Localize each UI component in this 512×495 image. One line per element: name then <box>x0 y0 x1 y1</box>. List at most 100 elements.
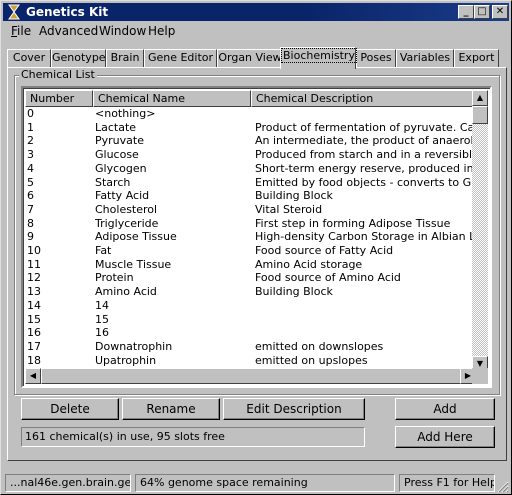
scroll-left-arrow-icon[interactable]: ◀ <box>25 368 41 384</box>
table-row[interactable]: 11 Muscle Tissue Amino Acid storage <box>25 258 477 272</box>
chemical-list-view[interactable]: Number Chemical Name Chemical Descriptio… <box>21 86 492 388</box>
horizontal-scroll-thumb[interactable] <box>41 368 461 384</box>
table-row[interactable]: 6 Fatty Acid Building Block <box>25 189 477 203</box>
row-chemical-name: Protein <box>95 271 134 285</box>
table-row[interactable]: 7 Cholesterol Vital Steroid <box>25 203 477 217</box>
row-number: 10 <box>27 244 41 257</box>
menu-file[interactable]: File <box>11 24 31 38</box>
row-chemical-description: Food source of Fatty Acid <box>255 244 394 257</box>
row-number: 3 <box>27 148 34 162</box>
row-chemical-description: Short-term energy reserve, produced in r… <box>255 161 477 175</box>
table-row[interactable]: 15 15 <box>25 313 477 327</box>
table-row[interactable]: 5 Starch Emitted by food objects - convert… <box>25 176 477 190</box>
table-row[interactable]: 3 Glucose Produced from starch and in a re… <box>25 148 477 162</box>
row-chemical-name: Pyruvate <box>95 134 144 148</box>
tab-variables[interactable]: Variables <box>396 49 454 67</box>
row-chemical-name: <nothing> <box>95 107 156 120</box>
row-chemical-name: 15 <box>95 312 109 326</box>
status-file: ...nal46e.gen.brain.gen <box>5 474 131 492</box>
hourglass-dna-icon <box>6 4 22 20</box>
window-title: Genetics Kit <box>26 5 109 19</box>
menu-help[interactable]: Help <box>148 24 175 38</box>
minimize-button[interactable]: _ <box>458 5 474 19</box>
delete-button[interactable]: Delete <box>21 398 119 420</box>
resize-grip-icon[interactable] <box>495 479 509 493</box>
row-chemical-name: Amino Acid <box>95 285 157 299</box>
row-number: 5 <box>27 175 34 189</box>
row-chemical-name: Cholesterol <box>95 202 158 216</box>
scroll-up-arrow-icon[interactable]: ▲ <box>472 90 488 106</box>
status-genome-space: 64% genome space remaining <box>135 474 395 492</box>
title-bar[interactable]: Genetics Kit _ □ ✕ <box>3 3 509 21</box>
row-chemical-name: Triglyceride <box>95 216 159 230</box>
row-number: 18 <box>27 353 41 367</box>
column-number[interactable]: Number <box>25 90 93 107</box>
row-number: 9 <box>27 230 34 244</box>
add-button[interactable]: Add <box>395 398 495 420</box>
vertical-scrollbar[interactable]: ▲ ▼ <box>472 90 488 372</box>
add-here-button[interactable]: Add Here <box>395 426 495 448</box>
maximize-button[interactable]: □ <box>474 5 490 19</box>
table-row[interactable]: 1 Lactate Product of fermentation of pyruv… <box>25 121 477 135</box>
rename-button[interactable]: Rename <box>122 398 220 420</box>
table-row[interactable]: 16 16 <box>25 326 477 340</box>
tab-export[interactable]: Export <box>454 49 499 67</box>
table-row[interactable]: 17 Downatrophin emitted on downslopes <box>25 340 477 354</box>
column-chemical-name[interactable]: Chemical Name <box>93 90 251 107</box>
row-chemical-name: Fatty Acid <box>95 189 150 203</box>
row-number: 2 <box>27 134 34 148</box>
column-chemical-description[interactable]: Chemical Description <box>251 90 487 107</box>
tab-genotype[interactable]: Genotype <box>51 49 106 67</box>
row-chemical-description: First step in forming Adipose Tissue <box>255 216 451 230</box>
row-number: 4 <box>27 161 34 175</box>
row-chemical-description: Building Block <box>255 285 333 299</box>
table-row[interactable]: 4 Glycogen Short-term energy reserve, prod… <box>25 162 477 176</box>
row-chemical-name: 14 <box>95 298 109 312</box>
table-row[interactable]: 14 14 <box>25 299 477 313</box>
row-number: 0 <box>27 107 34 120</box>
tab-gene-editor[interactable]: Gene Editor <box>144 49 217 67</box>
tab-organ-view[interactable]: Organ View <box>217 49 283 67</box>
horizontal-scrollbar[interactable]: ◀ ▶ <box>25 368 476 384</box>
tab-brain[interactable]: Brain <box>106 49 144 67</box>
row-chemical-description: Product of fermentation of pyruvate. Cau… <box>255 120 477 134</box>
tab-poses[interactable]: Poses <box>356 49 396 67</box>
edit-description-button[interactable]: Edit Description <box>223 398 365 420</box>
menu-window[interactable]: Window <box>99 24 146 38</box>
close-button[interactable]: ✕ <box>492 5 508 19</box>
row-number: 7 <box>27 202 34 216</box>
row-chemical-name: Lactate <box>95 120 137 134</box>
status-help: Press F1 for Help <box>399 474 495 492</box>
row-number: 6 <box>27 189 34 203</box>
menu-advanced[interactable]: Advanced <box>39 24 98 38</box>
row-chemical-name: Downatrophin <box>95 339 173 353</box>
table-row[interactable]: 13 Amino Acid Building Block <box>25 285 477 299</box>
chemical-list-label: Chemical List <box>19 68 97 81</box>
tab-cover[interactable]: Cover <box>7 49 51 67</box>
vertical-scroll-thumb[interactable] <box>472 106 488 124</box>
minimize-icon: _ <box>463 6 469 17</box>
table-row[interactable]: 10 Fat Food source of Fatty Acid <box>25 244 477 258</box>
row-number: 1 <box>27 120 34 134</box>
row-chemical-description: Amino Acid storage <box>255 257 363 271</box>
list-body: 0 <nothing> 1 Lactate Product of fermentatio… <box>25 107 477 371</box>
row-number: 16 <box>27 326 41 340</box>
row-chemical-name: Starch <box>95 175 131 189</box>
row-chemical-name: Glycogen <box>95 161 147 175</box>
row-chemical-name: Adipose Tissue <box>95 230 177 244</box>
tab-biochemistry[interactable]: Biochemistry <box>280 47 357 69</box>
status-bar: ...nal46e.gen.brain.gen 64% genome space… <box>3 473 509 493</box>
row-number: 17 <box>27 339 41 353</box>
table-row[interactable]: 2 Pyruvate An intermediate, the product of… <box>25 134 477 148</box>
table-row[interactable]: 8 Triglyceride First step in forming Adipo… <box>25 217 477 231</box>
app-window: Genetics Kit _ □ ✕ File Advanced Window … <box>0 0 512 495</box>
row-chemical-name: 16 <box>95 326 109 340</box>
table-row[interactable]: 9 Adipose Tissue High-density Carbon Stora… <box>25 230 477 244</box>
chemical-usage-info: 161 chemical(s) in use, 95 slots free <box>21 427 365 447</box>
table-row[interactable]: 0 <nothing> <box>25 107 477 121</box>
row-chemical-name: Upatrophin <box>95 353 157 367</box>
table-row[interactable]: 12 Protein Food source of Amino Acid <box>25 271 477 285</box>
close-icon: ✕ <box>495 6 505 17</box>
row-chemical-description: Building Block <box>255 189 333 203</box>
table-row[interactable]: 18 Upatrophin emitted on upslopes <box>25 354 477 368</box>
